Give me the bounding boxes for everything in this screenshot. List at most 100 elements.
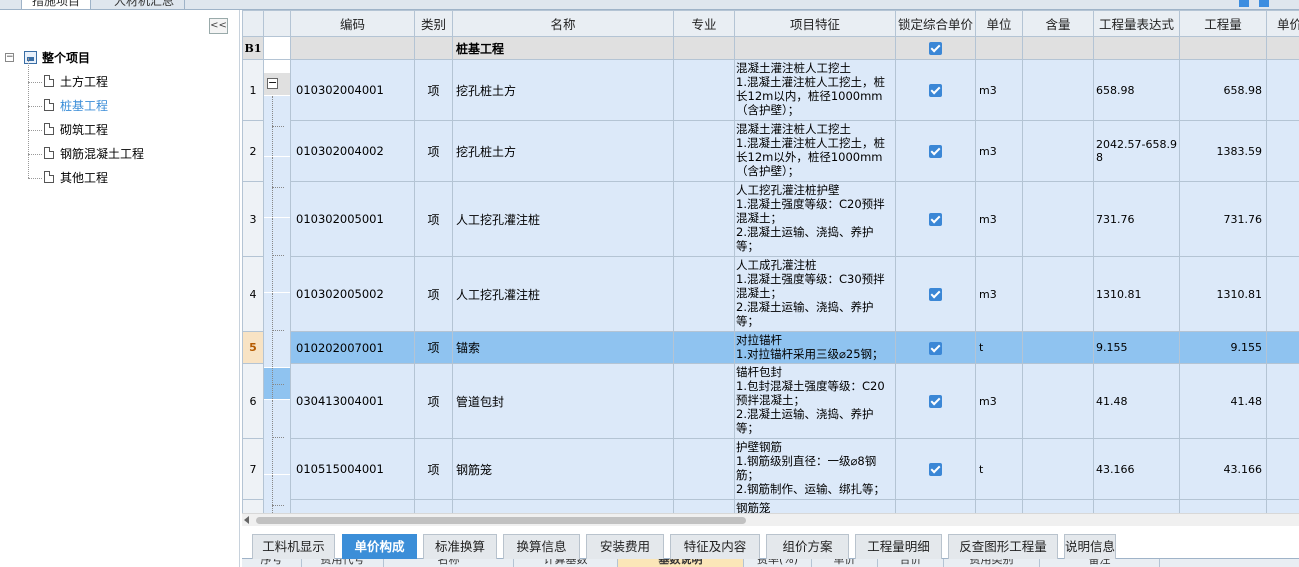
header-qty-expr[interactable]: 工程量表达式 [1093, 10, 1180, 37]
content-cell[interactable] [1022, 363, 1094, 439]
unit-cell[interactable]: m3 [975, 181, 1023, 257]
qty-cell[interactable] [1179, 499, 1267, 513]
category-cell[interactable] [414, 499, 453, 513]
content-cell[interactable] [1022, 36, 1094, 60]
specialty-cell[interactable] [673, 499, 735, 513]
unit-price-cell[interactable] [1266, 36, 1299, 60]
row-number[interactable]: 1 [242, 59, 264, 121]
locked-price-cell[interactable] [895, 256, 976, 332]
name-cell[interactable]: 管道包封 [452, 363, 674, 439]
locked-price-cell[interactable] [895, 36, 976, 60]
tree-item-rc[interactable]: 钢筋混凝土工程 [0, 130, 230, 166]
feature-cell[interactable]: 人工成孔灌注桩 1.混凝土强度等级：C30预拌混凝土； 2.混凝土运输、浇捣、养… [734, 256, 896, 332]
row-number[interactable]: 7 [242, 438, 264, 500]
content-cell[interactable] [1022, 59, 1094, 121]
collapse-icon[interactable]: − [5, 53, 14, 62]
qty-cell[interactable]: 9.155 [1179, 331, 1267, 364]
category-cell[interactable]: 项 [414, 438, 453, 500]
category-cell[interactable]: 项 [414, 120, 453, 182]
tree-root[interactable]: − 整个项目 [0, 46, 230, 70]
checkbox-checked-icon[interactable] [929, 288, 942, 301]
content-cell[interactable] [1022, 256, 1094, 332]
feature-cell[interactable]: 锚杆包封 1.包封混凝土强度等级：C20预拌混凝土； 2.混凝土运输、浇捣、养护… [734, 363, 896, 439]
unit-price-cell[interactable] [1266, 499, 1299, 513]
feature-cell[interactable]: 对拉锚杆 1.对拉锚杆采用三级⌀25钢； [734, 331, 896, 364]
unit-price-cell[interactable] [1266, 120, 1299, 182]
row-number[interactable]: 6 [242, 363, 264, 439]
toolbar-icon[interactable] [1239, 0, 1250, 7]
category-cell[interactable]: 项 [414, 181, 453, 257]
header-feature[interactable]: 项目特征 [734, 10, 896, 37]
detail-column-header[interactable]: 单价 [812, 559, 878, 567]
locked-price-cell[interactable] [895, 120, 976, 182]
checkbox-checked-icon[interactable] [929, 42, 942, 55]
unit-price-cell[interactable] [1266, 363, 1299, 439]
unit-price-cell[interactable] [1266, 181, 1299, 257]
row-number[interactable]: 3 [242, 181, 264, 257]
unit-cell[interactable] [975, 499, 1023, 513]
header-unit-price[interactable]: 单价 [1266, 10, 1299, 37]
unit-price-cell[interactable] [1266, 59, 1299, 121]
code-cell[interactable]: 010302004002 [290, 120, 415, 182]
specialty-cell[interactable] [673, 120, 735, 182]
name-cell[interactable]: 人工挖孔灌注桩 [452, 256, 674, 332]
name-cell[interactable] [452, 499, 674, 513]
detail-tab[interactable]: 组价方案 [766, 534, 849, 559]
checkbox-checked-icon[interactable] [929, 395, 942, 408]
tree-item-earthwork[interactable]: 土方工程 [0, 58, 230, 94]
header-unit[interactable]: 单位 [975, 10, 1023, 37]
feature-cell[interactable]: 钢筋笼 [734, 499, 896, 513]
content-cell[interactable] [1022, 120, 1094, 182]
qty-expr-cell[interactable]: 731.76 [1093, 181, 1180, 257]
detail-column-header[interactable]: 序号 [242, 559, 302, 567]
header-name[interactable]: 名称 [452, 10, 674, 37]
detail-column-header[interactable]: 名称 [384, 559, 514, 567]
detail-tab[interactable]: 工程量明细 [855, 534, 942, 559]
category-cell[interactable]: 项 [414, 363, 453, 439]
detail-tab[interactable]: 工料机显示 [252, 534, 335, 559]
tree-item-masonry[interactable]: 砌筑工程 [0, 106, 230, 142]
checkbox-checked-icon[interactable] [929, 145, 942, 158]
detail-column-header[interactable]: 合价 [878, 559, 944, 567]
locked-price-cell[interactable] [895, 499, 976, 513]
tree-cell[interactable]: − [263, 72, 291, 96]
group-row[interactable]: B1 − 桩基工程 [242, 36, 1299, 96]
unit-cell[interactable]: m3 [975, 59, 1023, 121]
group-name[interactable]: 桩基工程 [452, 36, 674, 60]
detail-tab[interactable]: 反查图形工程量 [948, 534, 1058, 559]
detail-column-header[interactable]: 备注 [1040, 559, 1160, 567]
specialty-cell[interactable] [673, 256, 735, 332]
feature-cell[interactable]: 混凝土灌注桩人工挖土 1.混凝土灌注桩人工挖土，桩长12m以外，桩径1000mm… [734, 120, 896, 182]
code-cell[interactable]: 010515004001 [290, 438, 415, 500]
qty-cell[interactable]: 43.166 [1179, 438, 1267, 500]
detail-column-header[interactable]: 费用代号 [302, 559, 384, 567]
header-content[interactable]: 含量 [1022, 10, 1094, 37]
unit-price-cell[interactable] [1266, 256, 1299, 332]
category-cell[interactable]: 项 [414, 59, 453, 121]
feature-cell[interactable] [734, 36, 896, 60]
locked-price-cell[interactable] [895, 331, 976, 364]
table-row[interactable]: 3 010302005001 项人工挖孔灌注桩 人工挖孔灌注桩护壁 1.混凝土强度等级… [242, 181, 1299, 293]
detail-column-header[interactable]: 费率(%) [744, 559, 812, 567]
code-cell[interactable] [290, 499, 415, 513]
unit-cell[interactable]: m3 [975, 120, 1023, 182]
qty-cell[interactable]: 1310.81 [1179, 256, 1267, 332]
code-cell[interactable]: 010202007001 [290, 331, 415, 364]
code-cell[interactable]: 030413004001 [290, 363, 415, 439]
category-cell[interactable]: 项 [414, 331, 453, 364]
tab-resource-summary[interactable]: 人材机汇总 [104, 0, 186, 9]
unit-price-cell[interactable] [1266, 438, 1299, 500]
category-cell[interactable] [414, 36, 453, 60]
locked-price-cell[interactable] [895, 363, 976, 439]
code-cell[interactable] [290, 36, 415, 60]
collapse-panel-button[interactable]: << [209, 18, 228, 34]
detail-column-header[interactable]: 基数说明 [618, 559, 744, 567]
specialty-cell[interactable] [673, 438, 735, 500]
tree-item-pile[interactable]: 桩基工程 [0, 82, 230, 118]
specialty-cell[interactable] [673, 363, 735, 439]
locked-price-cell[interactable] [895, 181, 976, 257]
checkbox-checked-icon[interactable] [929, 213, 942, 226]
checkbox-checked-icon[interactable] [929, 463, 942, 476]
feature-cell[interactable]: 人工挖孔灌注桩护壁 1.混凝土强度等级：C20预拌混凝土； 2.混凝土运输、浇捣… [734, 181, 896, 257]
feature-cell[interactable]: 护壁钢筋 1.钢筋级别直径：一级⌀8钢筋； 2.钢筋制作、运输、绑扎等； [734, 438, 896, 500]
